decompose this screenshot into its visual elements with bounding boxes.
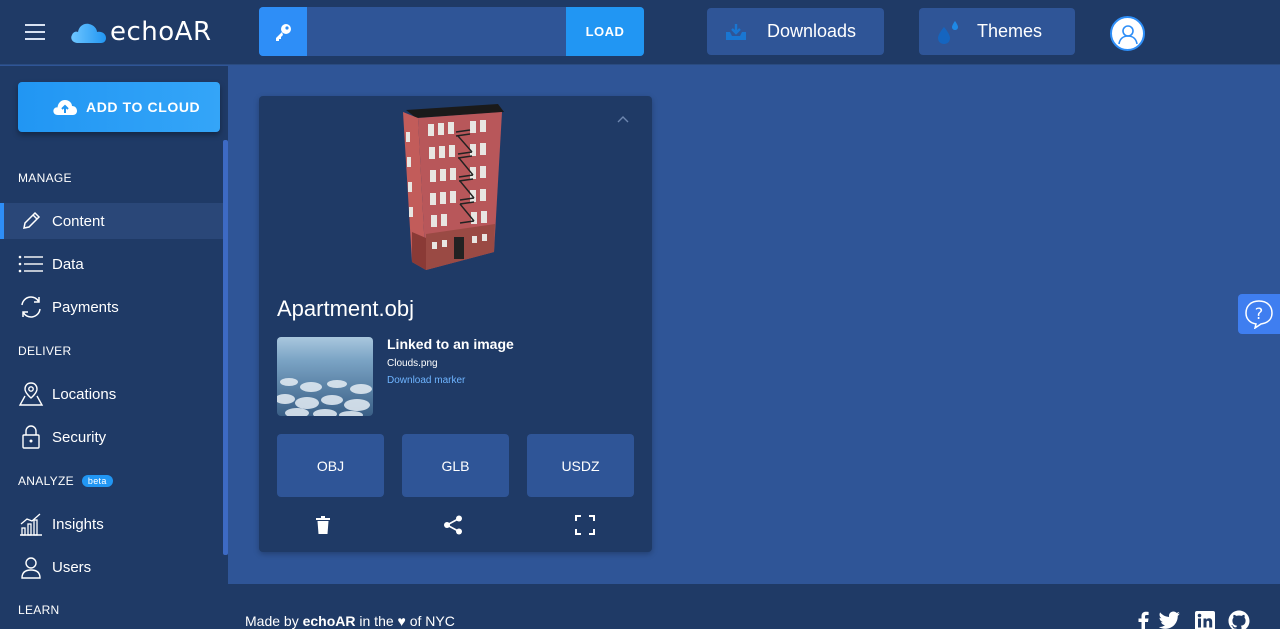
sidebar-item-locations[interactable]: Locations — [0, 376, 228, 412]
footer: Made by echoAR in the ♥ of NYC — [228, 584, 1280, 629]
sidebar-item-label: Payments — [52, 298, 119, 316]
user-icon — [18, 554, 44, 580]
menu-icon[interactable] — [25, 24, 45, 40]
help-question-icon: ? — [1245, 300, 1273, 329]
cloud-upload-icon — [53, 100, 77, 115]
obj-button[interactable]: OBJ — [277, 434, 384, 497]
marker-thumbnail[interactable] — [277, 337, 373, 416]
section-analyze: ANALYZE beta — [18, 474, 113, 488]
linked-title: Linked to an image — [387, 336, 514, 352]
logo-text: echoAR — [110, 17, 212, 47]
key-icon — [259, 7, 307, 56]
heart-icon: ♥ — [397, 613, 406, 629]
sidebar-item-label: Data — [52, 255, 84, 273]
chevron-up-icon[interactable] — [616, 114, 630, 124]
api-key-box: LOAD — [259, 7, 644, 56]
footer-credit: Made by echoAR in the ♥ of NYC — [245, 613, 455, 629]
footer-brand[interactable]: echoAR — [303, 613, 356, 629]
lock-icon — [18, 424, 44, 450]
map-pin-icon — [18, 381, 44, 407]
glb-button[interactable]: GLB — [402, 434, 509, 497]
model-name: Apartment.obj — [277, 296, 414, 321]
twitter-icon[interactable] — [1159, 611, 1181, 629]
sidebar-item-label: Locations — [52, 385, 117, 403]
refresh-icon — [18, 294, 44, 320]
apartment-model-preview[interactable] — [398, 102, 508, 272]
add-to-cloud-label: ADD TO CLOUD — [86, 99, 201, 115]
sidebar-item-data[interactable]: Data — [0, 246, 228, 282]
footer-mid: in the — [359, 613, 394, 629]
top-bar: echoAR LOAD Downloads Themes — [0, 0, 1280, 65]
bar-chart-icon — [18, 511, 44, 537]
load-button[interactable]: LOAD — [566, 7, 644, 56]
sidebar-item-label: Content — [52, 212, 105, 230]
section-manage: MANAGE — [18, 171, 72, 185]
downloads-button[interactable]: Downloads — [707, 8, 884, 55]
linkedin-icon[interactable] — [1194, 611, 1216, 629]
help-button[interactable]: ? — [1238, 294, 1280, 334]
section-analyze-label: ANALYZE — [18, 474, 74, 488]
logo[interactable]: echoAR — [69, 16, 212, 48]
api-key-input[interactable] — [307, 7, 566, 56]
add-to-cloud-button[interactable]: ADD TO CLOUD — [18, 82, 220, 132]
sidebar-scrollbar[interactable] — [223, 140, 228, 555]
download-tray-icon — [723, 19, 749, 45]
themes-label: Themes — [977, 21, 1043, 41]
sidebar-item-users[interactable]: Users — [0, 549, 228, 585]
sidebar: ADD TO CLOUD MANAGE Content Data Payment… — [0, 66, 228, 629]
share-icon[interactable] — [442, 514, 464, 536]
linked-file-name: Clouds.png — [387, 358, 438, 369]
sidebar-item-security[interactable]: Security — [0, 419, 228, 455]
beta-badge: beta — [81, 475, 113, 487]
droplets-icon — [935, 19, 961, 45]
list-icon — [18, 251, 44, 277]
download-marker-link[interactable]: Download marker — [387, 375, 465, 386]
pencil-icon — [18, 208, 44, 234]
sidebar-item-label: Security — [52, 428, 107, 446]
footer-prefix: Made by — [245, 613, 299, 629]
footer-suffix: of NYC — [409, 613, 455, 629]
downloads-label: Downloads — [767, 21, 857, 41]
content-card: Apartment.obj Linked to an image Clouds.… — [259, 96, 652, 552]
sidebar-item-payments[interactable]: Payments — [0, 289, 228, 325]
section-deliver: DELIVER — [18, 344, 72, 358]
section-learn: LEARN — [18, 603, 60, 617]
svg-text:?: ? — [1255, 304, 1264, 323]
echoar-cloud-icon — [71, 23, 106, 43]
sidebar-item-content[interactable]: Content — [0, 203, 228, 239]
facebook-icon[interactable] — [1132, 611, 1154, 629]
fullscreen-icon[interactable] — [574, 514, 596, 536]
sidebar-item-label: Insights — [52, 515, 104, 533]
usdz-button[interactable]: USDZ — [527, 434, 634, 497]
trash-icon[interactable] — [312, 514, 334, 536]
clouds-image — [277, 337, 373, 416]
themes-button[interactable]: Themes — [919, 8, 1075, 55]
user-avatar-icon[interactable] — [1110, 16, 1145, 51]
sidebar-item-insights[interactable]: Insights — [0, 506, 228, 542]
sidebar-item-label: Users — [52, 558, 92, 576]
github-icon[interactable] — [1228, 610, 1250, 629]
